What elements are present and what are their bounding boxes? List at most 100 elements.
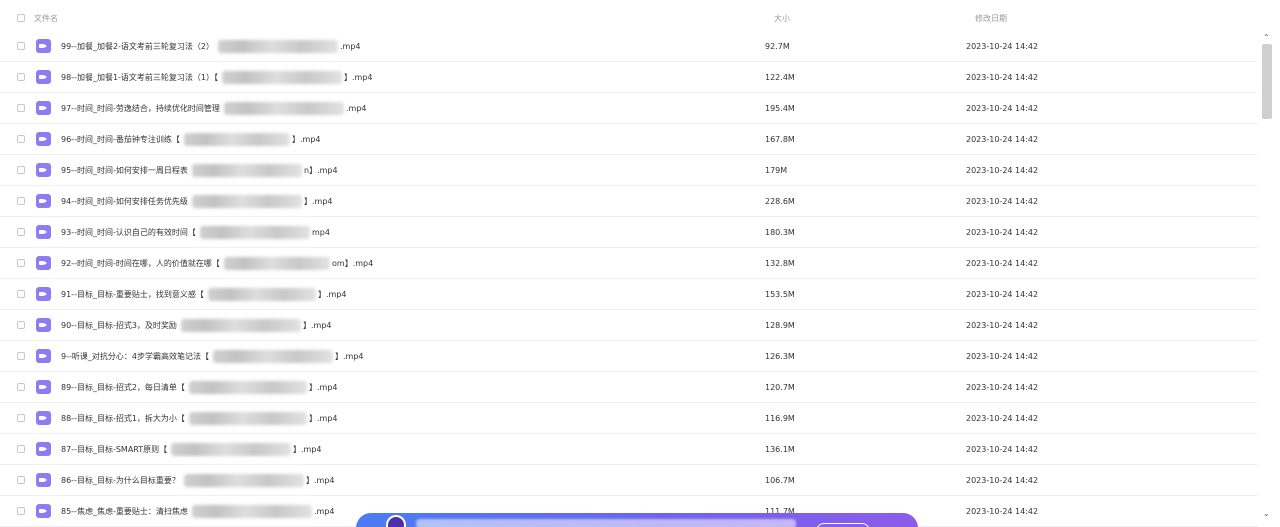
file-name[interactable]: 97--时间_时间-劳逸结合，持续优化时间管理 bbox=[61, 104, 220, 114]
file-row[interactable]: 94--时间_时间-如何安排任务优先级 】.mp4 228.6M 2023-10-24… bbox=[0, 186, 1258, 217]
file-size: 136.1M bbox=[765, 445, 795, 454]
obscured-text bbox=[208, 288, 316, 301]
column-header-size[interactable]: 大小 bbox=[774, 13, 790, 24]
file-extension: 】.mp4 bbox=[306, 476, 335, 485]
obscured-text bbox=[192, 164, 302, 177]
file-extension: 】.mp4 bbox=[293, 445, 322, 454]
file-name[interactable]: 95--时间_时间-如何安排一周日程表 bbox=[61, 166, 188, 176]
file-name[interactable]: 88--目标_目标-招式1，拆大为小【 bbox=[61, 414, 185, 424]
file-name[interactable]: 87--目标_目标-SMART原则【 bbox=[61, 445, 167, 455]
row-checkbox[interactable] bbox=[17, 259, 25, 267]
obscured-text bbox=[224, 102, 344, 115]
row-checkbox[interactable] bbox=[17, 414, 25, 422]
file-row[interactable]: 97--时间_时间-劳逸结合，持续优化时间管理 .mp4 195.4M 2023-10… bbox=[0, 93, 1258, 124]
video-file-icon bbox=[36, 39, 51, 53]
video-file-icon bbox=[36, 101, 51, 115]
file-row[interactable]: 93--时间_时间-认识自己的有效时间【 mp4 180.3M 2023-10-24 … bbox=[0, 217, 1258, 248]
scrollbar-thumb[interactable] bbox=[1262, 44, 1272, 119]
video-file-icon bbox=[36, 473, 51, 487]
row-checkbox[interactable] bbox=[17, 290, 25, 298]
file-row[interactable]: 9--听课_对抗分心：4步学霸高效笔记法【 】.mp4 126.3M 2023-10-… bbox=[0, 341, 1258, 372]
file-row[interactable]: 99--加餐_加餐2-语文考前三轮复习法（2） .mp4 92.7M 2023-10-… bbox=[0, 31, 1258, 62]
row-checkbox[interactable] bbox=[17, 445, 25, 453]
file-modified-date: 2023-10-24 14:42 bbox=[966, 73, 1039, 82]
file-row[interactable]: 89--目标_目标-招式2，每日清单【 】.mp4 120.7M 2023-10-24… bbox=[0, 372, 1258, 403]
row-checkbox[interactable] bbox=[17, 352, 25, 360]
row-checkbox[interactable] bbox=[17, 383, 25, 391]
row-checkbox[interactable] bbox=[17, 166, 25, 174]
file-name[interactable]: 93--时间_时间-认识自己的有效时间【 bbox=[61, 228, 196, 238]
file-name[interactable]: 90--目标_目标-招式3，及时奖励 bbox=[61, 321, 177, 331]
file-name[interactable]: 91--目标_目标-重要贴士，找到意义感【 bbox=[61, 290, 204, 300]
row-checkbox[interactable] bbox=[17, 476, 25, 484]
file-extension: .mp4 bbox=[346, 104, 367, 113]
file-row[interactable]: 86--目标_目标-为什么目标重要？ 】.mp4 106.7M 2023-10-24 … bbox=[0, 465, 1258, 496]
file-extension: .mp4 bbox=[340, 42, 361, 51]
obscured-text bbox=[192, 195, 302, 208]
file-row[interactable]: 90--目标_目标-招式3，及时奖励 】.mp4 128.9M 2023-10-24 … bbox=[0, 310, 1258, 341]
select-all-checkbox[interactable] bbox=[17, 14, 25, 22]
file-extension: om】.mp4 bbox=[332, 259, 374, 268]
chevron-up-icon[interactable]: ⌃ bbox=[1263, 34, 1270, 42]
video-file-icon bbox=[36, 504, 51, 518]
file-name[interactable]: 9--听课_对抗分心：4步学霸高效笔记法【 bbox=[61, 352, 209, 362]
row-checkbox[interactable] bbox=[17, 228, 25, 236]
chevron-down-icon[interactable]: ⌄ bbox=[1263, 510, 1270, 518]
file-name[interactable]: 92--时间_时间-时间在哪，人的价值就在哪【 bbox=[61, 259, 220, 269]
row-checkbox[interactable] bbox=[17, 507, 25, 515]
file-modified-date: 2023-10-24 14:42 bbox=[966, 228, 1039, 237]
obscured-text bbox=[213, 350, 333, 363]
vertical-scrollbar[interactable]: ⌃ ⌄ bbox=[1258, 30, 1276, 520]
file-modified-date: 2023-10-24 14:42 bbox=[966, 476, 1039, 485]
file-modified-date: 2023-10-24 14:42 bbox=[966, 445, 1039, 454]
file-name[interactable]: 86--目标_目标-为什么目标重要？ bbox=[61, 476, 180, 486]
file-size: 116.9M bbox=[765, 414, 795, 423]
obscured-text bbox=[192, 505, 312, 518]
promo-banner[interactable] bbox=[356, 513, 918, 527]
file-row[interactable]: 88--目标_目标-招式1，拆大为小【 】.mp4 116.9M 2023-10-24… bbox=[0, 403, 1258, 434]
file-modified-date: 2023-10-24 14:42 bbox=[966, 321, 1039, 330]
file-modified-date: 2023-10-24 14:42 bbox=[966, 414, 1039, 423]
file-row[interactable]: 92--时间_时间-时间在哪，人的价值就在哪【 om】.mp4 132.8M 2023… bbox=[0, 248, 1258, 279]
file-row[interactable]: 91--目标_目标-重要贴士，找到意义感【 】.mp4 153.5M 2023-10-… bbox=[0, 279, 1258, 310]
file-name[interactable]: 99--加餐_加餐2-语文考前三轮复习法（2） bbox=[61, 42, 214, 52]
file-modified-date: 2023-10-24 14:42 bbox=[966, 507, 1039, 516]
video-file-icon bbox=[36, 349, 51, 363]
file-extension: 】.mp4 bbox=[309, 383, 338, 392]
file-extension: 】.mp4 bbox=[309, 414, 338, 423]
video-file-icon bbox=[36, 70, 51, 84]
file-extension: 】.mp4 bbox=[335, 352, 364, 361]
file-modified-date: 2023-10-24 14:42 bbox=[966, 259, 1039, 268]
file-extension: .mp4 bbox=[314, 507, 335, 516]
file-modified-date: 2023-10-24 14:42 bbox=[966, 135, 1039, 144]
file-modified-date: 2023-10-24 14:42 bbox=[966, 104, 1039, 113]
obscured-text bbox=[189, 381, 307, 394]
file-row[interactable]: 95--时间_时间-如何安排一周日程表 n】.mp4 179M 2023-10-24 … bbox=[0, 155, 1258, 186]
row-checkbox[interactable] bbox=[17, 321, 25, 329]
file-size: 180.3M bbox=[765, 228, 795, 237]
file-list-header: 文件名 大小 修改日期 bbox=[0, 0, 1258, 34]
row-checkbox[interactable] bbox=[17, 104, 25, 112]
file-modified-date: 2023-10-24 14:42 bbox=[966, 197, 1039, 206]
file-modified-date: 2023-10-24 14:42 bbox=[966, 352, 1039, 361]
file-name[interactable]: 98--加餐_加餐1-语文考前三轮复习法（1）【 bbox=[61, 73, 218, 83]
row-checkbox[interactable] bbox=[17, 42, 25, 50]
file-row[interactable]: 96--时间_时间-番茄钟专注训练【 】.mp4 167.8M 2023-10-24 … bbox=[0, 124, 1258, 155]
file-name[interactable]: 94--时间_时间-如何安排任务优先级 bbox=[61, 197, 188, 207]
file-name[interactable]: 85--焦虑_焦虑-重要贴士：清扫焦虑 bbox=[61, 507, 188, 517]
file-extension: 】.mp4 bbox=[304, 197, 333, 206]
file-size: 195.4M bbox=[765, 104, 795, 113]
column-header-date[interactable]: 修改日期 bbox=[975, 13, 1007, 24]
obscured-text bbox=[222, 71, 342, 84]
file-name[interactable]: 96--时间_时间-番茄钟专注训练【 bbox=[61, 135, 180, 145]
file-row[interactable]: 98--加餐_加餐1-语文考前三轮复习法（1）【 】.mp4 122.4M 2023-… bbox=[0, 62, 1258, 93]
file-name[interactable]: 89--目标_目标-招式2，每日清单【 bbox=[61, 383, 185, 393]
row-checkbox[interactable] bbox=[17, 73, 25, 81]
row-checkbox[interactable] bbox=[17, 135, 25, 143]
file-size: 153.5M bbox=[765, 290, 795, 299]
row-checkbox[interactable] bbox=[17, 197, 25, 205]
promo-button[interactable] bbox=[816, 523, 870, 527]
file-extension: mp4 bbox=[312, 228, 330, 237]
column-header-name[interactable]: 文件名 bbox=[34, 13, 58, 24]
file-row[interactable]: 87--目标_目标-SMART原则【 】.mp4 136.1M 2023-10-24 … bbox=[0, 434, 1258, 465]
